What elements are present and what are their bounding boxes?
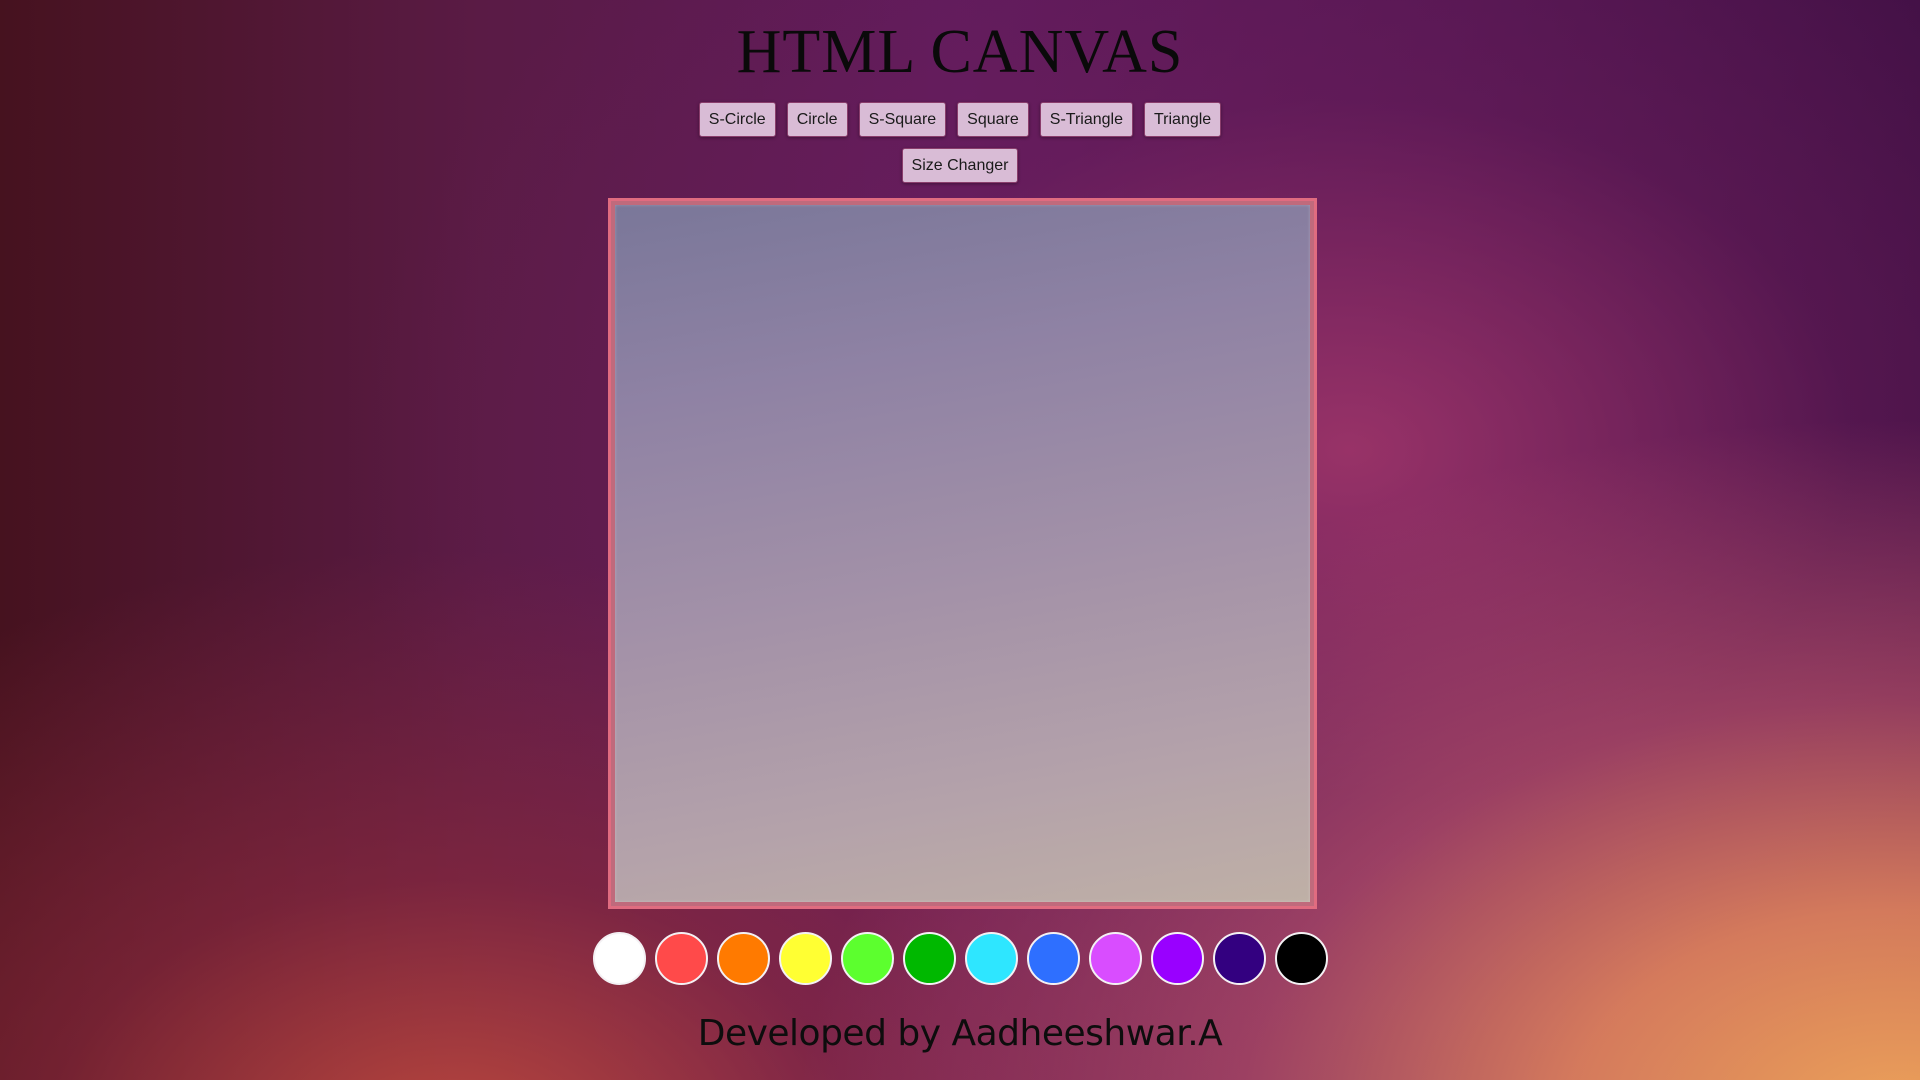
drawing-canvas[interactable]	[615, 205, 1310, 902]
square-button[interactable]: Square	[957, 102, 1029, 137]
circle-button[interactable]: Circle	[786, 102, 848, 137]
s-square-button[interactable]: S-Square	[858, 102, 947, 137]
size-toolbar: Size Changer	[0, 148, 1920, 183]
triangle-button[interactable]: Triangle	[1143, 102, 1222, 137]
color-swatch-green[interactable]	[902, 932, 956, 985]
shape-toolbar: S-Circle Circle S-Square Square S-Triang…	[0, 102, 1920, 137]
color-swatch-red[interactable]	[654, 932, 708, 985]
drawing-canvas-frame	[608, 198, 1317, 909]
color-swatch-light-green[interactable]	[840, 932, 894, 985]
s-circle-button[interactable]: S-Circle	[698, 102, 776, 137]
color-swatch-yellow[interactable]	[778, 932, 832, 985]
color-swatch-orange[interactable]	[716, 932, 770, 985]
color-swatch-white[interactable]	[592, 932, 646, 985]
size-changer-button[interactable]: Size Changer	[901, 148, 1019, 183]
color-swatch-cyan[interactable]	[964, 932, 1018, 985]
color-swatch-indigo[interactable]	[1212, 932, 1266, 985]
s-triangle-button[interactable]: S-Triangle	[1039, 102, 1133, 137]
color-swatch-black[interactable]	[1274, 932, 1328, 985]
color-palette	[0, 932, 1920, 985]
page-title: HTML CANVAS	[736, 18, 1184, 86]
color-swatch-magenta[interactable]	[1088, 932, 1142, 985]
footer-credit: Developed by Aadheeshwar.A	[697, 1013, 1223, 1054]
color-swatch-purple[interactable]	[1150, 932, 1204, 985]
color-swatch-blue[interactable]	[1026, 932, 1080, 985]
